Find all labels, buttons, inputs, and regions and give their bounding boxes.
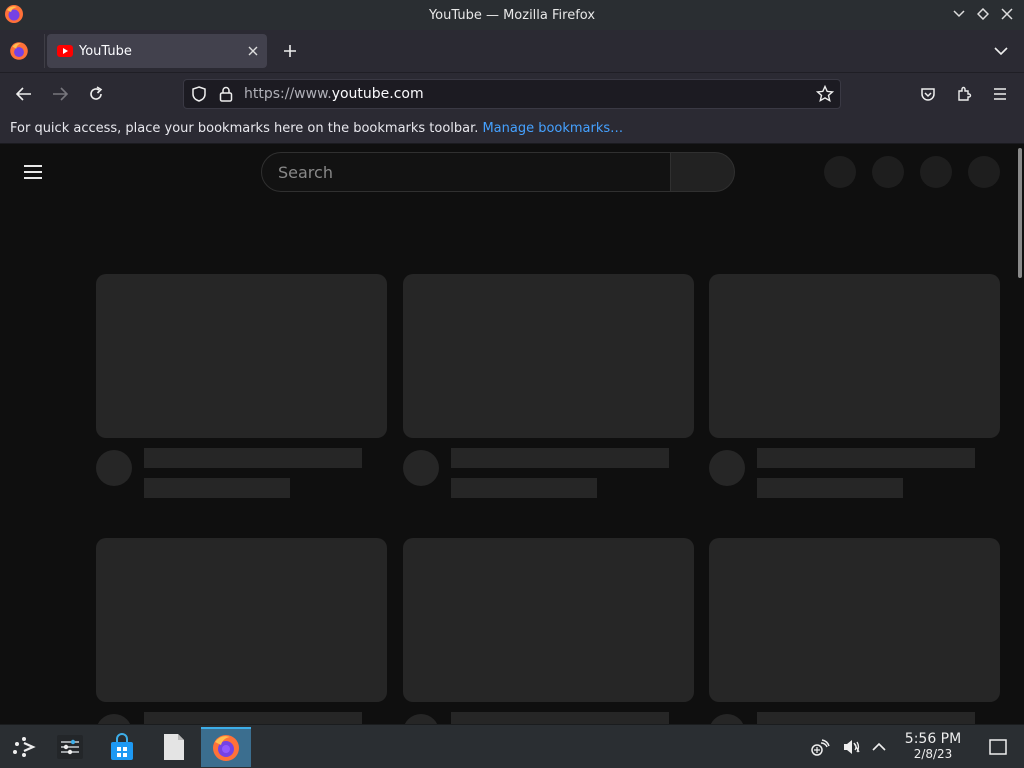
url-text: https://www.youtube.com (244, 86, 424, 102)
avatar-placeholder (709, 714, 745, 724)
bookmarks-toolbar: For quick access, place your bookmarks h… (0, 114, 1024, 144)
tracking-protection-shield-icon[interactable] (190, 85, 208, 107)
search-placeholder: Search (278, 162, 333, 182)
firefox-icon[interactable] (201, 727, 251, 767)
video-card-skeleton (96, 538, 387, 724)
app-menu-button[interactable] (987, 81, 1013, 107)
avatar-placeholder (403, 714, 439, 724)
avatar-placeholder (96, 714, 132, 724)
file-icon[interactable] (150, 727, 198, 767)
subtitle-placeholder (757, 478, 903, 498)
title-placeholder (757, 448, 975, 468)
guide-menu-icon[interactable] (24, 162, 48, 182)
system-settings-icon[interactable] (46, 727, 94, 767)
url-prefix: https://www. (244, 86, 332, 102)
new-tab-button[interactable] (278, 39, 302, 63)
bookmark-star-icon[interactable] (815, 84, 835, 107)
taskbar: 5:56 PM 2/8/23 (0, 724, 1024, 768)
pocket-button[interactable] (915, 81, 941, 107)
navigation-toolbar: https://www.youtube.com (0, 72, 1024, 114)
minimize-icon[interactable] (950, 5, 968, 23)
video-card-skeleton (709, 538, 1000, 724)
avatar-placeholder (709, 450, 745, 486)
youtube-page: Search (0, 144, 1024, 724)
tab-youtube[interactable]: YouTube (47, 34, 267, 68)
clock-time: 5:56 PM (904, 731, 962, 747)
thumbnail-placeholder (709, 274, 1000, 438)
firefox-view-icon[interactable] (8, 40, 30, 62)
forward-button[interactable] (47, 81, 73, 107)
title-placeholder (451, 712, 669, 724)
lock-icon[interactable] (218, 85, 234, 107)
app-launcher-icon[interactable] (0, 727, 48, 767)
subtitle-placeholder (451, 478, 597, 498)
window-title: YouTube — Mozilla Firefox (428, 7, 596, 23)
title-placeholder (451, 448, 669, 468)
volume-muted-icon[interactable] (841, 737, 861, 757)
subtitle-placeholder (144, 478, 290, 498)
discover-store-icon[interactable] (98, 727, 146, 767)
thumbnail-placeholder (403, 274, 694, 438)
bookmarks-toolbar-message: For quick access, place your bookmarks h… (10, 121, 479, 136)
header-action-placeholder (824, 156, 856, 188)
clock-date: 2/8/23 (913, 747, 953, 761)
title-placeholder (144, 448, 362, 468)
video-card-skeleton (403, 274, 694, 498)
video-card-skeleton (709, 274, 1000, 498)
header-action-placeholder (968, 156, 1000, 188)
url-bar[interactable]: https://www.youtube.com (183, 79, 841, 109)
video-card-skeleton (96, 274, 387, 498)
video-card-skeleton (403, 538, 694, 724)
tab-divider (44, 34, 45, 68)
thumbnail-placeholder (96, 538, 387, 702)
thumbnail-placeholder (709, 538, 1000, 702)
page-scrollbar[interactable] (1018, 148, 1022, 278)
tray-expand-icon[interactable] (869, 737, 889, 757)
tab-strip: YouTube (0, 30, 1024, 72)
show-desktop-icon[interactable] (988, 737, 1008, 757)
header-action-placeholder (920, 156, 952, 188)
avatar-placeholder (403, 450, 439, 486)
title-placeholder (757, 712, 975, 724)
firefox-icon (5, 5, 23, 23)
digital-clock[interactable]: 5:56 PM 2/8/23 (900, 731, 966, 761)
youtube-icon (57, 45, 73, 57)
tab-label: YouTube (79, 43, 132, 59)
close-tab-icon[interactable] (245, 43, 261, 59)
search-button[interactable] (670, 152, 735, 192)
reload-button[interactable] (83, 81, 109, 107)
avatar-placeholder (96, 450, 132, 486)
header-action-placeholder (872, 156, 904, 188)
extensions-button[interactable] (951, 81, 977, 107)
network-icon[interactable] (810, 737, 830, 757)
url-domain: youtube.com (331, 86, 424, 102)
maximize-icon[interactable] (974, 5, 992, 23)
window-titlebar: YouTube — Mozilla Firefox (0, 0, 1024, 30)
close-window-icon[interactable] (998, 5, 1016, 23)
list-all-tabs-icon[interactable] (990, 40, 1012, 62)
thumbnail-placeholder (403, 538, 694, 702)
manage-bookmarks-link[interactable]: Manage bookmarks… (482, 121, 623, 136)
search-input[interactable]: Search (261, 152, 671, 192)
thumbnail-placeholder (96, 274, 387, 438)
back-button[interactable] (11, 81, 37, 107)
title-placeholder (144, 712, 362, 724)
